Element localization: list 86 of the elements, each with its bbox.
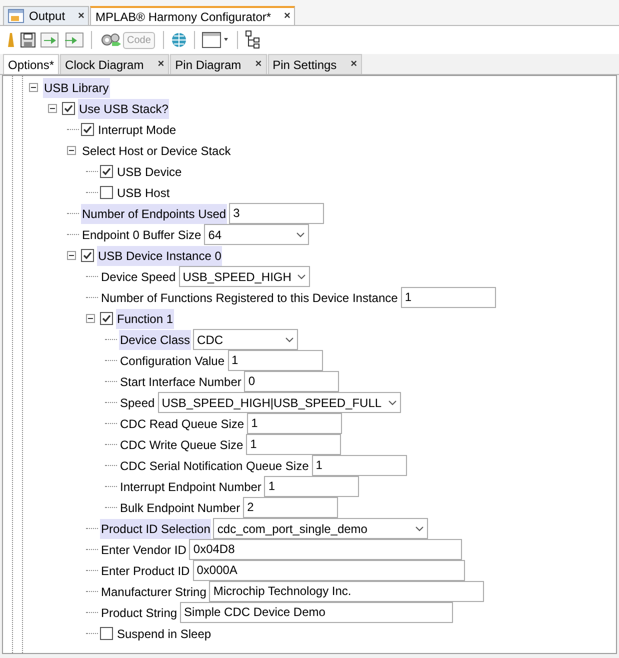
input-field[interactable]: 2 — [243, 497, 338, 518]
close-icon[interactable]: × — [255, 56, 262, 73]
collapse-icon[interactable] — [67, 251, 76, 260]
collapse-icon[interactable] — [48, 104, 57, 113]
option-label: Endpoint 0 Buffer Size — [81, 226, 202, 244]
input-field[interactable]: 1 — [400, 287, 496, 308]
export-icon[interactable] — [64, 31, 84, 49]
input-field[interactable]: Simple CDC Device Demo — [180, 602, 454, 623]
close-icon[interactable]: × — [78, 8, 84, 24]
collapse-icon[interactable] — [67, 146, 76, 155]
dropdown[interactable]: CDC — [193, 329, 298, 350]
tab-label: MPLAB® Harmony Configurator* — [95, 8, 272, 26]
input-field[interactable]: 1 — [246, 434, 342, 455]
option-label: Number of Functions Registered to this Device Instance — [100, 290, 399, 306]
option-label: Interrupt Mode — [97, 122, 178, 138]
option-label: Speed — [119, 394, 156, 412]
input-field[interactable]: 0x04D8 — [189, 539, 462, 560]
option-label: CDC Write Queue Size — [119, 436, 244, 454]
dropdown[interactable]: USB_SPEED_HIGH|USB_SPEED_FULL — [158, 392, 401, 413]
option-label: Interrupt Endpoint Number — [119, 478, 262, 496]
option-label: USB Device Instance 0 — [97, 246, 222, 266]
chevron-down-icon — [285, 336, 294, 342]
chevron-down-icon — [297, 274, 306, 280]
tab-label: Pin Settings — [272, 56, 337, 74]
checkbox[interactable] — [100, 165, 113, 178]
input-field[interactable]: 1 — [264, 476, 360, 497]
gears-icon — [100, 32, 122, 48]
save-icon[interactable] — [20, 32, 36, 48]
checkbox[interactable] — [81, 249, 94, 262]
option-label: Product ID Selection — [100, 518, 212, 538]
option-label: Bulk Endpoint Number — [119, 500, 242, 516]
input-field[interactable]: 3 — [229, 203, 324, 224]
input-field[interactable]: 1 — [228, 350, 323, 371]
globe-icon[interactable] — [170, 32, 187, 48]
input-field[interactable]: 1 — [247, 413, 342, 434]
option-label: Enter Vendor ID — [100, 542, 188, 558]
tree-hierarchy-icon[interactable] — [244, 30, 261, 50]
option-label: Number of Endpoints Used — [81, 204, 228, 224]
close-icon[interactable]: × — [158, 56, 164, 73]
checkbox[interactable] — [100, 627, 113, 640]
option-label: CDC Serial Notification Queue Size — [119, 458, 310, 474]
window-icon — [8, 9, 24, 23]
view-tab[interactable]: Options* — [3, 54, 60, 74]
option-label: Device Speed — [100, 268, 177, 286]
option-label: Configuration Value — [119, 352, 226, 370]
option-label: Suspend in Sleep — [116, 626, 212, 642]
dropdown[interactable]: 64 — [204, 224, 310, 245]
collapse-icon[interactable] — [29, 83, 38, 92]
close-icon[interactable]: × — [350, 56, 358, 73]
tab-label: Options* — [8, 56, 54, 74]
dropdown[interactable]: cdc_com_port_single_demo — [213, 518, 428, 539]
option-label: Enter Product ID — [100, 562, 191, 580]
view-tab[interactable]: Clock Diagram × — [60, 54, 170, 74]
chevron-down-icon — [296, 232, 306, 238]
tab-label: Clock Diagram — [65, 56, 144, 74]
input-field[interactable]: 0 — [244, 371, 340, 392]
option-label: CDC Read Queue Size — [119, 416, 246, 432]
close-icon[interactable]: × — [284, 8, 290, 25]
dropdown[interactable]: USB_SPEED_HIGH — [178, 266, 310, 287]
option-label: Device Class — [119, 330, 192, 350]
checkbox[interactable] — [62, 102, 75, 115]
option-label: Product String — [100, 604, 178, 622]
checkbox[interactable] — [81, 123, 94, 136]
window-layout-icon[interactable] — [202, 32, 230, 48]
option-label: Function 1 — [116, 308, 174, 328]
chevron-down-icon — [415, 526, 424, 532]
input-field[interactable]: 0x000A — [192, 560, 465, 581]
checkbox[interactable] — [100, 312, 113, 325]
checkbox[interactable] — [100, 186, 113, 199]
editor-tab[interactable]: Output × — [3, 6, 90, 25]
input-field[interactable]: 1 — [312, 455, 407, 476]
view-tab[interactable]: Pin Diagram × — [170, 54, 267, 74]
option-label: USB Library — [43, 78, 110, 98]
option-label: Start Interface Number — [119, 374, 242, 390]
option-label: Use USB Stack? — [78, 98, 170, 118]
option-label: Manufacturer String — [100, 584, 208, 600]
input-field[interactable]: Microchip Technology Inc. — [209, 581, 484, 602]
chevron-down-icon — [388, 400, 397, 406]
option-label: Select Host or Device Stack — [81, 142, 232, 160]
option-label: USB Device — [116, 164, 183, 180]
collapse-icon[interactable] — [86, 314, 95, 323]
tab-label: Output — [29, 8, 66, 25]
tab-label: Pin Diagram — [175, 56, 242, 74]
option-label: USB Host — [116, 184, 171, 202]
editor-tab[interactable]: MPLAB® Harmony Configurator* × — [90, 6, 296, 25]
view-tab[interactable]: Pin Settings × — [268, 54, 362, 74]
